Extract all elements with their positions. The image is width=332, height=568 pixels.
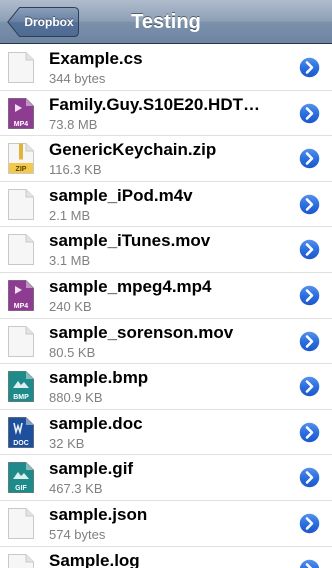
detail-disclosure-icon[interactable] [298,329,321,353]
video-icon: MP4 [8,279,34,311]
document-icon [8,553,34,568]
video-icon: MP4 [8,97,34,129]
file-row[interactable]: GIF sample.gif 467.3 KB [0,455,332,501]
file-size: 80.5 KB [49,344,96,360]
file-list: Example.cs 344 bytes MP4 Family.Guy.S10E20.… [0,45,332,568]
detail-disclosure-icon[interactable] [298,56,321,79]
detail-disclosure-icon[interactable] [298,284,321,307]
image-icon: GIF [8,462,34,494]
document-icon [8,188,34,220]
file-name: Sample.log [49,550,140,568]
detail-disclosure-icon[interactable] [298,238,321,262]
image-icon: BMP [8,371,34,403]
file-row[interactable]: sample_iPod.m4v 2.1 MB [0,181,332,228]
file-type-badge: ZIP [16,166,27,173]
zip-icon: ZIP [8,143,34,175]
file-row[interactable]: BMP sample.bmp 880.9 KB [0,364,332,410]
document-icon [8,325,34,357]
file-row[interactable]: sample.json 574 bytes [0,500,332,547]
file-name: sample.doc [49,413,143,433]
file-name: GenericKeychain.zip [49,140,217,160]
document-icon [8,234,34,266]
file-type-badge: MP4 [14,121,29,128]
document-icon [8,507,34,539]
file-name: sample_sorenson.mov [49,322,234,342]
file-size: 32 KB [49,435,85,451]
detail-disclosure-icon[interactable] [298,101,321,125]
detail-disclosure-icon[interactable] [298,512,321,535]
detail-disclosure-icon[interactable] [298,147,321,170]
detail-disclosure-icon[interactable] [298,193,321,216]
file-name: sample_iPod.m4v [49,185,193,205]
file-row[interactable]: Example.cs 344 bytes [0,45,332,91]
file-type-badge: DOC [13,440,29,447]
file-type-badge: MP4 [14,303,29,310]
file-row[interactable]: sample_iTunes.mov 3.1 MB [0,227,332,273]
detail-disclosure-icon[interactable] [298,375,321,398]
navigation-bar: Dropbox Testing [0,0,332,44]
file-size: 240 KB [49,298,92,314]
file-name: sample.json [49,504,148,524]
file-name: sample.bmp [49,368,149,388]
file-row[interactable]: DOC sample.doc 32 KB [0,409,332,456]
file-size: 574 bytes [49,526,106,542]
file-name: Example.cs [49,49,143,68]
file-size: 116.3 KB [49,162,102,178]
file-size: 344 bytes [49,71,106,86]
file-row[interactable]: Sample.log [0,546,332,568]
file-name: sample.gif [49,459,134,479]
file-size: 467.3 KB [49,481,103,497]
file-name: Family.Guy.S10E20.HDT… [49,94,260,114]
file-type-badge: GIF [15,485,27,492]
file-size: 880.9 KB [49,390,103,406]
file-name: sample_mpeg4.mp4 [49,276,212,296]
file-row[interactable]: MP4 Family.Guy.S10E20.HDT… 73.8 MB [0,90,332,137]
back-button-label: Dropbox [24,15,74,29]
file-row[interactable]: sample_sorenson.mov 80.5 KB [0,318,332,365]
file-name: sample_iTunes.mov [49,231,211,251]
detail-disclosure-icon[interactable] [298,421,321,444]
back-button[interactable]: Dropbox [7,7,79,37]
document-icon [8,52,34,83]
file-type-badge: BMP [13,394,29,401]
file-row[interactable]: MP4 sample_mpeg4.mp4 240 KB [0,272,332,319]
file-size: 2.1 MB [49,207,91,223]
file-size: 3.1 MB [49,253,91,269]
detail-disclosure-icon[interactable] [298,466,321,490]
word-doc-icon: DOC [8,416,34,448]
file-size: 73.8 MB [49,116,98,132]
file-row[interactable]: ZIP GenericKeychain.zip 116.3 KB [0,136,332,182]
page-title: Testing [131,11,201,33]
detail-disclosure-icon[interactable] [298,557,321,568]
